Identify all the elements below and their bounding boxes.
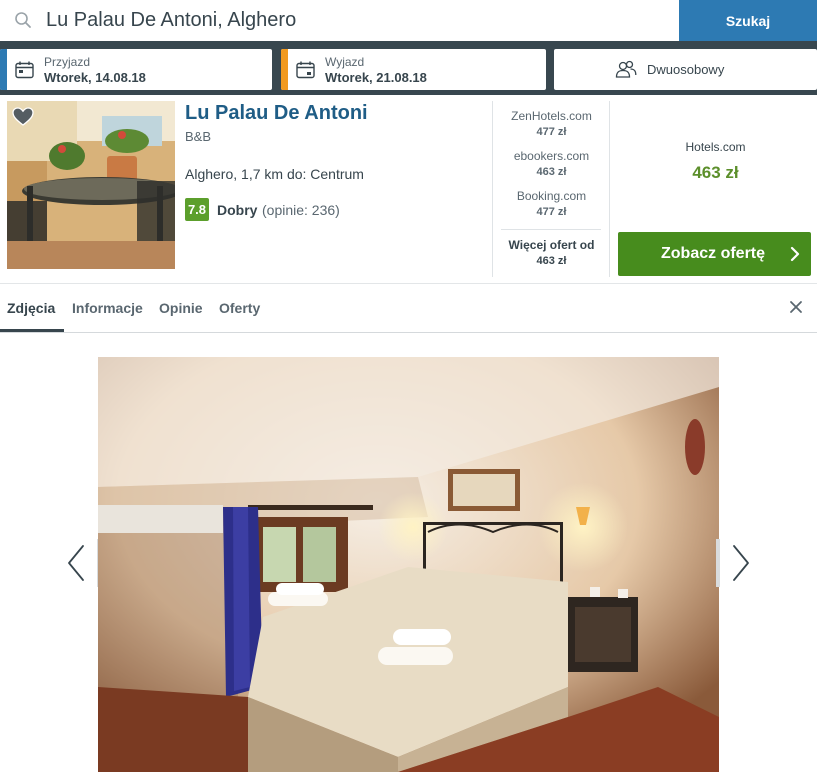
close-icon[interactable] [789,300,803,314]
search-button[interactable]: Szukaj [679,0,817,41]
guests-field[interactable]: Dwuosobowy [554,49,817,90]
checkin-field[interactable]: Przyjazd Wtorek, 14.08.18 [0,49,272,90]
checkout-value: Wtorek, 21.08.18 [325,70,427,85]
active-tab-indicator [0,329,64,332]
review-count: (opinie: 236) [262,202,340,218]
search-input[interactable] [40,0,670,41]
search-icon [15,12,31,28]
tab-reviews[interactable]: Opinie [159,300,203,316]
search-bar: Szukaj [0,0,817,41]
arrow-left-icon[interactable] [66,544,86,582]
best-deal-site: Hotels.com [685,140,746,154]
rating-word: Dobry [217,202,258,218]
checkin-value: Wtorek, 14.08.18 [44,70,146,85]
hotel-location: Alghero, 1,7 km do: Centrum [185,166,364,182]
view-deal-label: Zobacz ofertę [661,245,766,262]
rating-badge: 7.8 [185,198,209,221]
checkin-accent [0,49,7,90]
calendar-icon [15,61,34,79]
chevron-right-icon [790,246,800,262]
view-deal-button[interactable]: Zobacz ofertę [618,232,811,276]
people-icon [615,60,637,78]
room-photo[interactable] [98,357,719,772]
next-photo-edge [716,539,720,587]
best-deal-price: 463 zł [692,163,739,182]
checkout-accent [281,49,288,90]
deal-item[interactable]: Booking.com 477 zł [494,189,609,218]
hotel-card: Lu Palau De Antoni B&B Alghero, 1,7 km d… [0,95,817,284]
hotel-name[interactable]: Lu Palau De Antoni [185,102,368,125]
filter-bar: Przyjazd Wtorek, 14.08.18 Wyjazd Wtorek,… [0,41,817,95]
hotel-type: B&B [185,129,212,144]
tab-offers[interactable]: Oferty [219,300,260,316]
more-offers-price: 463 zł [536,255,567,267]
checkout-label: Wyjazd [325,55,365,69]
deal-price: 463 zł [536,166,567,178]
photo-gallery [0,334,817,772]
deal-item[interactable]: ZenHotels.com 477 zł [494,109,609,138]
detail-tabs: Zdjęcia Informacje Opinie Oferty [0,285,817,333]
heart-icon[interactable] [12,107,34,127]
bedroom-image [98,357,719,772]
more-offers-label: Więcej ofert od [508,238,595,252]
checkout-field[interactable]: Wyjazd Wtorek, 21.08.18 [281,49,546,90]
tab-info[interactable]: Informacje [72,300,143,316]
deal-price: 477 zł [536,206,567,218]
arrow-right-icon[interactable] [731,544,751,582]
deal-price: 477 zł [536,126,567,138]
checkin-label: Przyjazd [44,55,91,69]
deal-site: Booking.com [516,189,587,203]
calendar-icon [296,61,315,79]
deal-site: ZenHotels.com [511,109,592,123]
more-offers-link[interactable]: Więcej ofert od 463 zł [494,238,609,267]
deal-site: ebookers.com [513,149,590,163]
tab-photos[interactable]: Zdjęcia [7,300,55,316]
guests-value: Dwuosobowy [647,62,725,77]
divider [609,101,610,277]
deal-item[interactable]: ebookers.com 463 zł [494,149,609,178]
divider [492,101,493,277]
divider [501,229,601,230]
